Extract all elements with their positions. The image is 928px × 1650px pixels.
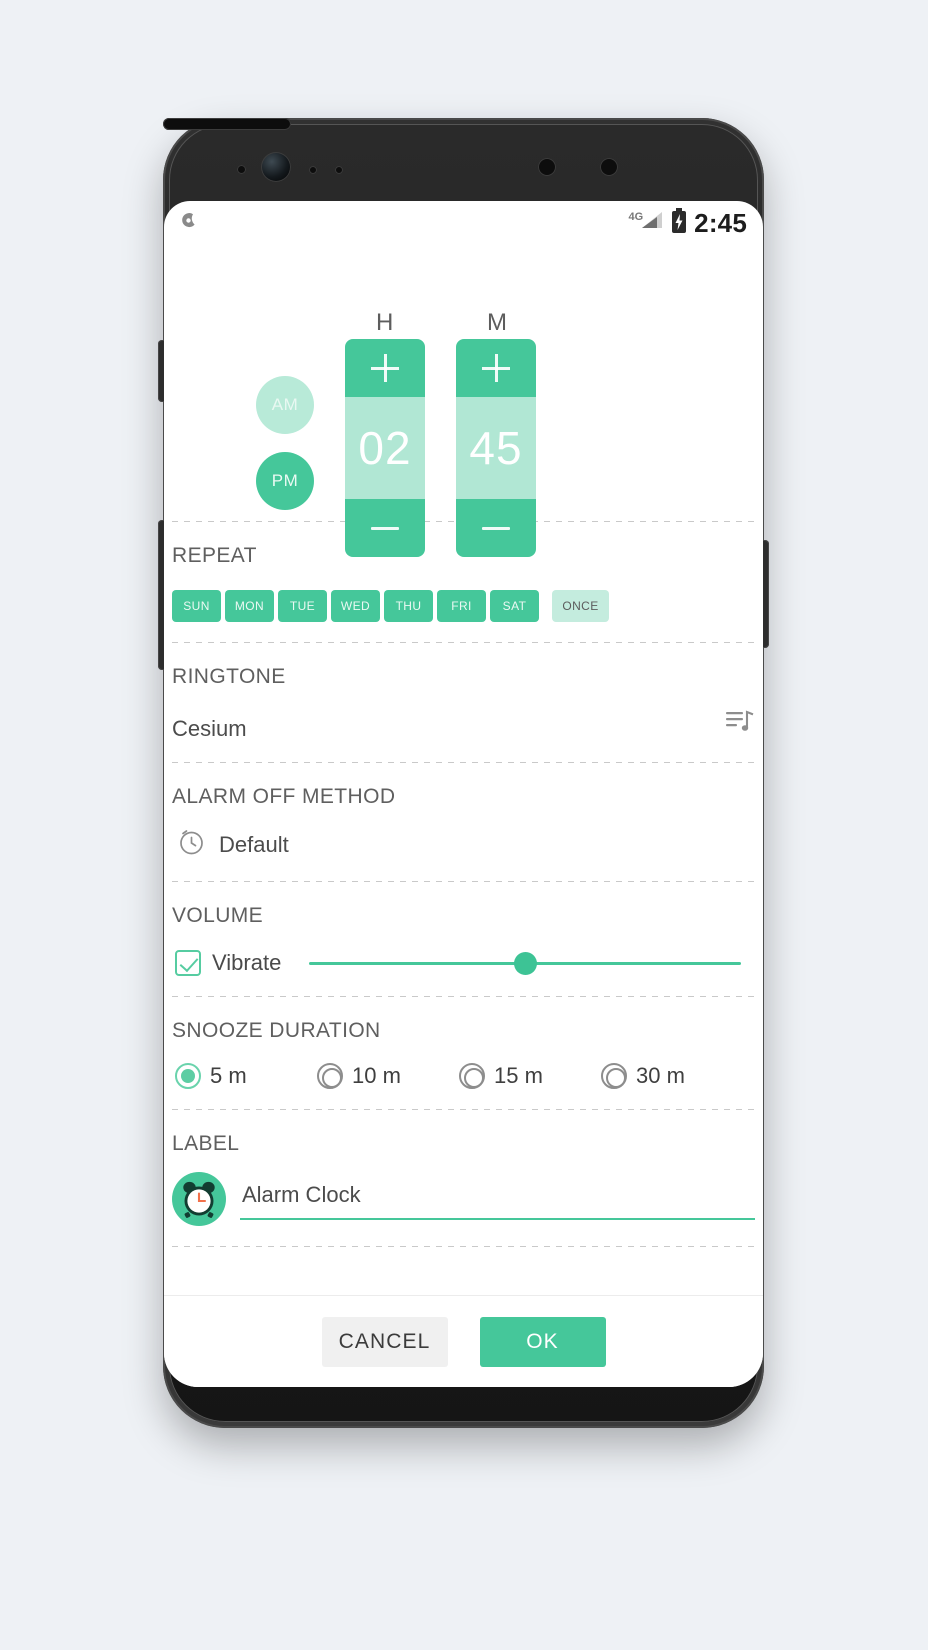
radio-unselected-icon[interactable] <box>317 1063 343 1089</box>
snooze-option-label: 5 m <box>210 1063 247 1088</box>
minute-column-label: M <box>487 309 507 336</box>
label-row <box>172 1172 755 1226</box>
snooze-option-label: 15 m <box>494 1063 543 1088</box>
alarm-editor-content: H M AM PM 02 45 REPEAT SUN MON TUE WED T… <box>164 245 763 1339</box>
label-input[interactable] <box>240 1178 755 1220</box>
repeat-day-fri[interactable]: FRI <box>437 590 486 622</box>
label-section: LABEL <box>164 1110 763 1246</box>
repeat-day-mon[interactable]: MON <box>225 590 274 622</box>
repeat-day-sun[interactable]: SUN <box>172 590 221 622</box>
hour-column-label: H <box>376 309 394 336</box>
sensor-dot-icon <box>309 166 317 174</box>
network-indicator: 4G <box>628 210 664 236</box>
ringtone-section: RINGTONE Cesium <box>164 643 763 762</box>
snooze-option-group: 5 m 10 m 15 m 30 m <box>172 1063 755 1089</box>
alarm-off-method-section: ALARM OFF METHOD Default <box>164 763 763 881</box>
snooze-option-30m[interactable]: 30 m <box>601 1063 743 1089</box>
minus-icon <box>482 526 510 530</box>
phone-screen: 4G 2:45 H M AM PM 02 45 REPEAT SUN MON T… <box>164 201 763 1387</box>
proximity-sensor-icon <box>538 158 556 176</box>
screenshot-stage: 4G 2:45 H M AM PM 02 45 REPEAT SUN MON T… <box>0 0 928 1650</box>
hour-value[interactable]: 02 <box>345 397 425 499</box>
status-bar-right: 4G 2:45 <box>628 207 747 239</box>
snooze-option-label: 10 m <box>352 1063 401 1088</box>
signal-bars-icon <box>640 209 664 236</box>
radio-selected-icon[interactable] <box>175 1063 201 1089</box>
hour-decrement-button[interactable] <box>345 499 425 557</box>
status-bar: 4G 2:45 <box>164 201 763 245</box>
volume-row: Vibrate <box>172 950 755 976</box>
minute-decrement-button[interactable] <box>456 499 536 557</box>
phone-top-hardware <box>163 118 764 208</box>
snooze-option-label: 30 m <box>636 1063 685 1088</box>
ringtone-value[interactable]: Cesium <box>172 716 247 742</box>
alarm-clock-icon[interactable] <box>172 1172 226 1226</box>
label-title: LABEL <box>172 1132 240 1155</box>
plus-icon <box>482 354 510 382</box>
repeat-once-button[interactable]: ONCE <box>552 590 609 622</box>
am-button[interactable]: AM <box>256 376 314 434</box>
sensor-dot-icon <box>335 166 343 174</box>
pm-button[interactable]: PM <box>256 452 314 510</box>
alarm-off-method-value[interactable]: Default <box>219 832 289 858</box>
cancel-button[interactable]: CANCEL <box>321 1316 448 1367</box>
repeat-day-tue[interactable]: TUE <box>278 590 327 622</box>
status-bar-left <box>178 210 200 237</box>
radio-unselected-icon[interactable] <box>601 1063 627 1089</box>
plus-icon <box>371 354 399 382</box>
hour-increment-button[interactable] <box>345 339 425 397</box>
vibrate-checkbox[interactable] <box>175 950 201 976</box>
time-picker: H M AM PM 02 45 <box>164 245 763 557</box>
earpiece-speaker <box>163 118 291 130</box>
ringtone-row[interactable]: Cesium <box>172 707 755 742</box>
clock-icon <box>178 829 205 861</box>
alarm-off-method-title: ALARM OFF METHOD <box>172 785 396 808</box>
vibrate-label[interactable]: Vibrate <box>212 950 281 976</box>
minute-value[interactable]: 45 <box>456 397 536 499</box>
volume-section: VOLUME Vibrate <box>164 882 763 996</box>
ok-button[interactable]: OK <box>479 1316 606 1367</box>
minute-increment-button[interactable] <box>456 339 536 397</box>
repeat-day-group: SUN MON TUE WED THU FRI SAT ONCE <box>172 590 755 622</box>
ringtone-title: RINGTONE <box>172 665 286 688</box>
volume-slider[interactable] <box>309 950 741 976</box>
repeat-day-wed[interactable]: WED <box>331 590 380 622</box>
hour-spinner: 02 <box>345 339 425 557</box>
status-bar-clock: 2:45 <box>694 207 747 238</box>
sensor-dot-icon <box>237 165 246 174</box>
snooze-option-15m[interactable]: 15 m <box>459 1063 601 1089</box>
queue-music-icon[interactable] <box>725 707 755 740</box>
dialog-footer: CANCEL OK <box>164 1295 763 1387</box>
snooze-option-10m[interactable]: 10 m <box>317 1063 459 1089</box>
snooze-option-5m[interactable]: 5 m <box>175 1063 317 1089</box>
divider <box>172 1246 755 1247</box>
volume-slider-knob[interactable] <box>513 952 537 975</box>
front-camera-icon <box>261 152 291 182</box>
snooze-section: SNOOZE DURATION 5 m 10 m 15 m 30 m <box>164 997 763 1109</box>
minus-icon <box>371 526 399 530</box>
iris-sensor-icon <box>600 158 618 176</box>
radio-unselected-icon[interactable] <box>459 1063 485 1089</box>
alarm-off-method-row[interactable]: Default <box>172 829 755 861</box>
battery-charging-icon <box>671 207 687 239</box>
repeat-day-sat[interactable]: SAT <box>490 590 539 622</box>
volume-title: VOLUME <box>172 904 264 927</box>
repeat-day-thu[interactable]: THU <box>384 590 433 622</box>
snooze-title: SNOOZE DURATION <box>172 1019 381 1042</box>
minute-spinner: 45 <box>456 339 536 557</box>
app-notification-icon <box>178 210 200 237</box>
